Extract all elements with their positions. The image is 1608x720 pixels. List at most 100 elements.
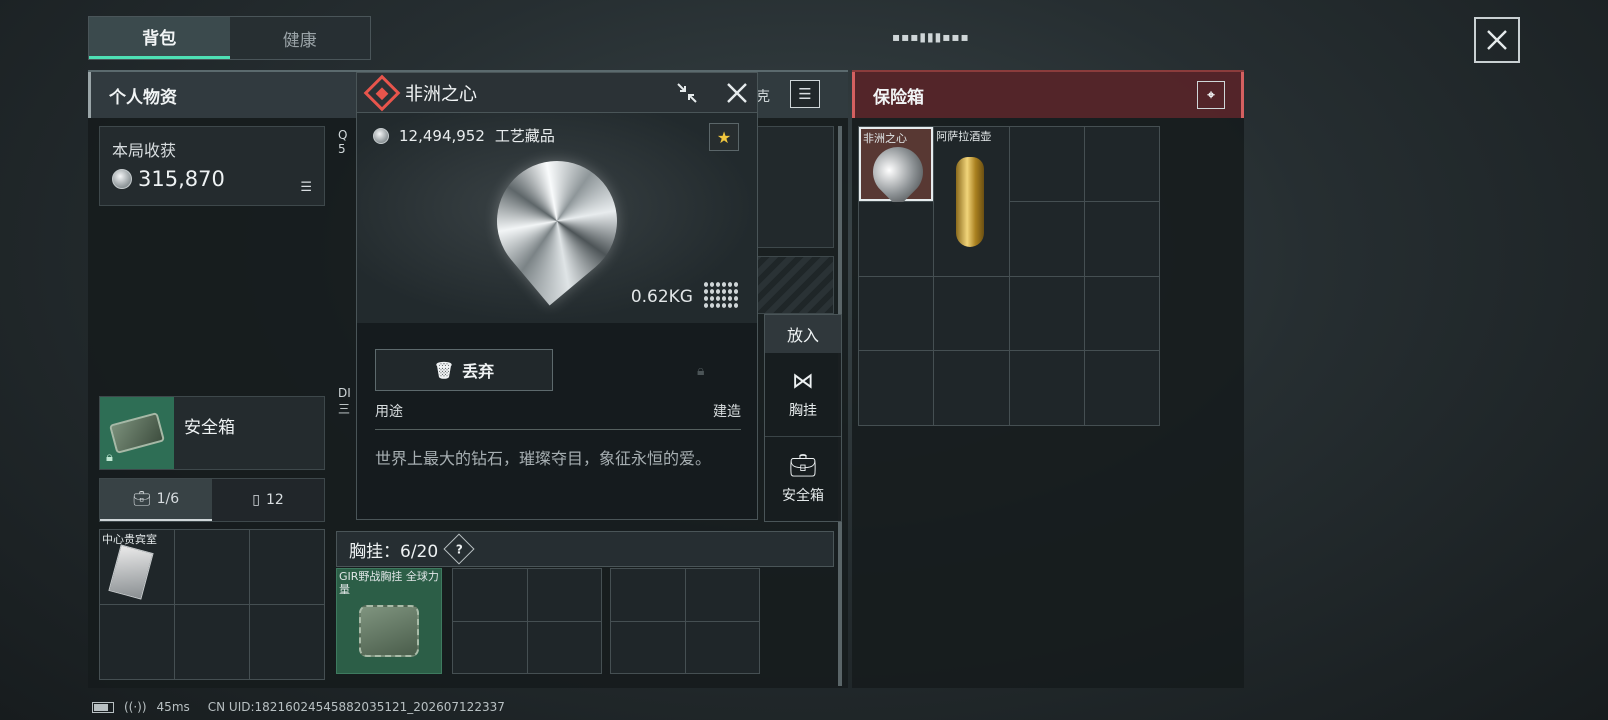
earnings-label: 本局收获 bbox=[112, 141, 177, 160]
grid-cell[interactable] bbox=[527, 569, 601, 621]
grid-cell[interactable] bbox=[611, 621, 685, 673]
grid-cell[interactable] bbox=[527, 621, 601, 673]
item-label: 阿萨拉酒壶 bbox=[936, 130, 992, 143]
item-image-area: 12,494,952 工艺藏品 ★ 0.62KG bbox=[357, 113, 757, 323]
grid-cell[interactable] bbox=[175, 605, 249, 679]
popup-close-button[interactable] bbox=[717, 73, 757, 113]
trash-icon: 🗑︎ bbox=[433, 360, 455, 380]
fragment-di: DI bbox=[338, 386, 351, 400]
safebox-name: 安全箱 bbox=[184, 418, 235, 438]
grid-cell[interactable] bbox=[934, 276, 1009, 351]
grid-cell[interactable] bbox=[859, 351, 934, 425]
grid-cell[interactable] bbox=[1084, 351, 1159, 425]
grid-cell[interactable] bbox=[685, 621, 759, 673]
favorite-button[interactable]: ★ bbox=[709, 123, 739, 151]
grid-cell[interactable] bbox=[1084, 276, 1159, 351]
tab-case[interactable]: ▯ 12 bbox=[212, 479, 324, 521]
diamond-icon bbox=[862, 136, 934, 208]
grid-cell[interactable] bbox=[859, 201, 934, 276]
rig-grid-1 bbox=[452, 568, 602, 674]
weapon-slot[interactable] bbox=[752, 126, 834, 248]
collapse-button[interactable] bbox=[667, 73, 707, 113]
safebox-image: 🔒︎ bbox=[100, 397, 174, 469]
item-label: 非洲之心 bbox=[863, 132, 907, 145]
grid-cell[interactable] bbox=[250, 530, 324, 604]
diamond-image bbox=[472, 136, 642, 306]
safebox-grid: 中心贵宾室 bbox=[99, 529, 325, 680]
close-icon bbox=[1487, 30, 1507, 50]
vault-item-jug[interactable]: 阿萨拉酒壶 bbox=[934, 127, 1009, 276]
discard-button[interactable]: 🗑︎ 丢弃 bbox=[375, 349, 553, 391]
discard-label: 丢弃 bbox=[462, 362, 495, 381]
tab-safebox[interactable]: 💼︎ 1/6 bbox=[100, 479, 212, 521]
battery-icon bbox=[92, 701, 114, 713]
middle-column-edge: Q 5 DI 三 bbox=[334, 126, 351, 506]
safebox-slot[interactable]: 🔒︎ 安全箱 bbox=[99, 396, 325, 470]
grid-cell[interactable] bbox=[100, 605, 174, 679]
grid-cell[interactable] bbox=[685, 569, 759, 621]
fragment-san: 三 bbox=[338, 402, 351, 416]
action-label: 安全箱 bbox=[782, 487, 824, 504]
ping-value: 45ms bbox=[156, 700, 190, 714]
build-tab[interactable]: 建造 bbox=[713, 401, 741, 421]
coin-icon bbox=[112, 169, 132, 189]
rig-item-label: GIR野战胸挂 全球力量 bbox=[339, 570, 439, 596]
use-tab[interactable]: 用途 bbox=[375, 401, 403, 421]
grid-cell[interactable] bbox=[1009, 127, 1084, 201]
item-detail-popup: 非洲之心 12,494,952 工艺藏品 ★ 0.62KG 🗑︎ 丢弃 🔒︎ 用… bbox=[356, 72, 758, 520]
list-icon: ☰ bbox=[798, 85, 812, 103]
grid-cell[interactable] bbox=[1009, 276, 1084, 351]
earnings-detail-icon[interactable]: ☰ bbox=[300, 180, 312, 195]
safebox-icon: 💼︎ bbox=[132, 491, 151, 507]
tab-health[interactable]: 健康 bbox=[230, 17, 371, 59]
item-size-icon bbox=[703, 281, 739, 309]
case-count: 12 bbox=[265, 492, 284, 508]
rig-grid-2 bbox=[610, 568, 760, 674]
star-icon: ★ bbox=[716, 127, 732, 147]
chest-rig-item[interactable]: GIR野战胸挂 全球力量 bbox=[336, 568, 442, 674]
grid-cell[interactable] bbox=[934, 351, 1009, 425]
container-tabs: 💼︎ 1/6 ▯ 12 bbox=[99, 478, 325, 522]
grid-cell[interactable] bbox=[611, 569, 685, 621]
vault-title: 保险箱 bbox=[873, 87, 924, 108]
status-bar: ((·)) 45ms CN UID:18216024545882035121_2… bbox=[92, 700, 505, 714]
jug-icon bbox=[956, 157, 985, 247]
put-into-chest-rig[interactable]: ⋈ 胸挂 bbox=[765, 353, 841, 437]
grid-cell[interactable] bbox=[453, 621, 527, 673]
safebox-slots: 1/6 bbox=[156, 491, 180, 507]
grid-cell[interactable] bbox=[1084, 127, 1159, 201]
top-tabs: 背包 健康 bbox=[88, 16, 371, 60]
close-screen-button[interactable] bbox=[1474, 17, 1520, 63]
put-into-safebox[interactable]: 💼︎ 安全箱 bbox=[765, 437, 841, 521]
grid-cell[interactable] bbox=[1009, 351, 1084, 425]
drag-handle-icon: ▪▪▪▮▮▮▪▪▪ bbox=[892, 30, 970, 44]
grid-cell[interactable] bbox=[453, 569, 527, 621]
keycard-icon bbox=[108, 544, 154, 600]
chest-rig-bar: 胸挂：6/20 ? bbox=[336, 531, 834, 567]
help-icon[interactable]: ? bbox=[443, 533, 475, 565]
collapse-icon bbox=[677, 82, 697, 103]
safebox-icon: 💼︎ bbox=[789, 453, 817, 479]
grid-cell[interactable] bbox=[1084, 201, 1159, 276]
location-button[interactable]: ⌖ bbox=[1197, 81, 1225, 109]
rig-count: 6/20 bbox=[400, 541, 439, 562]
list-view-button[interactable]: ☰ bbox=[790, 80, 820, 108]
earnings-box: 本局收获 315,870 ☰ bbox=[99, 126, 325, 206]
grid-cell[interactable] bbox=[250, 605, 324, 679]
fragment-q: Q bbox=[338, 128, 348, 142]
chest-rig-image bbox=[359, 605, 419, 657]
vault-item-heart-of-africa[interactable]: 非洲之心 bbox=[859, 127, 934, 208]
item-weight: 0.62KG bbox=[630, 287, 693, 307]
item-title: 非洲之心 bbox=[405, 83, 477, 105]
vault-panel-header: 保险箱 ⌖ bbox=[852, 72, 1244, 118]
popup-header: 非洲之心 bbox=[357, 73, 757, 113]
lock-icon: 🔒︎ bbox=[106, 450, 113, 465]
tab-backpack[interactable]: 背包 bbox=[89, 17, 230, 59]
grid-cell[interactable] bbox=[859, 276, 934, 351]
grid-cell[interactable] bbox=[1009, 201, 1084, 276]
put-into-menu: 放入 ⋈ 胸挂 💼︎ 安全箱 bbox=[764, 314, 842, 522]
grid-cell[interactable] bbox=[175, 530, 249, 604]
grid-item-keycard[interactable]: 中心贵宾室 bbox=[100, 530, 174, 604]
lock-icon: 🔒︎ bbox=[697, 363, 705, 379]
rarity-icon bbox=[363, 74, 401, 111]
